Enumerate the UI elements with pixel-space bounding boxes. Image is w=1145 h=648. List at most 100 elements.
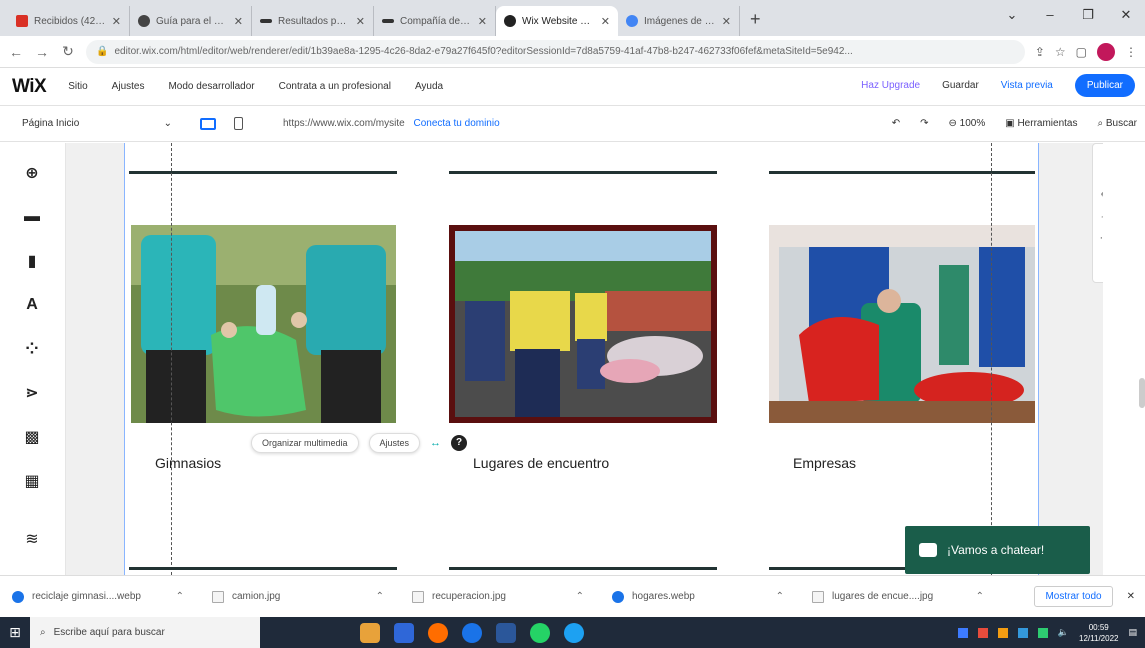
close-icon[interactable]: ✕ [601,15,610,28]
download-item[interactable]: reciclaje gimnasi....webp ⌃ [12,590,212,603]
url-input[interactable]: 🔒 editor.wix.com/html/editor/web/rendere… [86,39,1025,64]
browser-tab[interactable]: Compañía de limpieza ✕ [374,6,496,36]
task-view-icon[interactable] [394,622,414,643]
download-item[interactable]: hogares.webp ⌃ [612,590,812,603]
tray-app-icon[interactable] [957,627,968,638]
word-icon[interactable] [496,622,516,643]
taskbar-search-input[interactable]: ⌕ Escribe aquí para buscar [30,617,260,648]
scrollbar-thumb[interactable] [1139,378,1145,408]
hospital-waste-image[interactable] [769,225,1035,423]
clock-time: 00:59 [1088,622,1109,632]
bookmark-star-icon[interactable]: ☆ [1055,45,1066,59]
close-icon[interactable]: ✕ [478,15,487,28]
save-button[interactable]: Guardar [942,80,979,91]
browser-tab[interactable]: Resultados para plan ✕ [252,6,374,36]
cms-icon[interactable]: ▦ [22,471,42,491]
download-item[interactable]: recuperacion.jpg ⌃ [412,590,612,603]
tray-app-icon[interactable] [1017,627,1028,638]
clock[interactable]: 00:59 12/11/2022 [1079,622,1118,644]
forward-icon[interactable]: → [34,44,50,60]
zoom-control[interactable]: ⊖ 100% [948,118,985,129]
tray-app-icon[interactable] [977,627,988,638]
connect-domain-link[interactable]: Conecta tu dominio [413,118,499,129]
download-name: camion.jpg [232,591,281,602]
tray-app-icon[interactable] [997,627,1008,638]
mobile-icon[interactable] [234,117,243,130]
desktop-icon[interactable] [200,117,216,130]
chevron-up-icon[interactable]: ⌃ [176,591,184,602]
add-section-icon[interactable]: ▬ [22,207,42,227]
close-icon[interactable]: ✕ [1127,591,1135,602]
back-icon[interactable]: ← [8,44,24,60]
edge-icon[interactable] [564,622,584,643]
browser-tab[interactable]: Guía para el desarrollo ✕ [130,6,252,36]
preview-button[interactable]: Vista previa [1001,80,1053,91]
link-icon[interactable]: ↔ [430,437,441,449]
extensions-icon[interactable]: ▢ [1076,45,1087,59]
site-url: https://www.wix.com/mysite [283,118,405,129]
tab-search-icon[interactable]: ⌄ [993,0,1031,30]
wix-logo[interactable]: WiX [12,76,47,98]
chevron-up-icon[interactable]: ⌃ [576,591,584,602]
add-elements-icon[interactable]: ⊕ [22,163,42,183]
close-window-button[interactable]: ✕ [1107,0,1145,30]
tray-app-icon[interactable] [1037,627,1048,638]
page-selector[interactable]: Página Inicio ⌄ [22,118,172,129]
browser-tab[interactable]: Recibidos (420) - alvo ✕ [8,6,130,36]
close-icon[interactable]: ✕ [356,15,365,28]
close-icon[interactable]: ✕ [722,15,731,28]
chat-widget[interactable]: ¡Vamos a chatear! [905,526,1090,574]
menu-item-sitio[interactable]: Sitio [68,81,87,92]
street-cleanup-image[interactable] [449,225,717,423]
downloads-bar: reciclaje gimnasi....webp ⌃ camion.jpg ⌃ r… [0,575,1145,617]
media-icon[interactable]: ▩ [22,427,42,447]
windows-start-icon[interactable]: ⊞ [0,624,30,641]
redo-icon[interactable]: ↷ [920,118,928,129]
publish-button[interactable]: Publicar [1074,74,1135,97]
download-item[interactable]: lugares de encue....jpg ⌃ [812,590,1012,603]
maximize-button[interactable]: ❐ [1069,0,1107,30]
settings-button[interactable]: Ajustes [368,433,421,453]
volume-icon[interactable]: 🔈 [1058,627,1069,638]
minimize-button[interactable]: – [1031,0,1069,30]
theme-icon[interactable]: A [22,295,42,315]
apps-icon[interactable]: ⁘ [22,339,42,359]
pages-icon[interactable]: ▮ [22,251,42,271]
close-icon[interactable]: ✕ [112,15,121,28]
business-icon[interactable]: ⋗ [22,383,42,403]
tools-button[interactable]: ▣ Herramientas [1005,118,1077,129]
reload-icon[interactable]: ↻ [60,43,76,60]
menu-item-ayuda[interactable]: Ayuda [415,81,443,92]
browser-tab-active[interactable]: Wix Website Editor ✕ [496,6,618,36]
upgrade-link[interactable]: Haz Upgrade [861,80,920,91]
search-button[interactable]: ⌕ Buscar [1097,118,1137,129]
tab-title: Imágenes de desecho [644,15,716,27]
browser-tab[interactable]: Imágenes de desecho ✕ [618,6,740,36]
notifications-icon[interactable]: ▤ [1128,627,1137,638]
help-icon[interactable]: ? [451,435,468,451]
image-action-bar: Organizar multimedia Ajustes ↔ ? [251,433,468,453]
undo-icon[interactable]: ↶ [892,118,900,129]
menu-item-modo-desarrollador[interactable]: Modo desarrollador [168,81,254,92]
menu-item-contrata[interactable]: Contrata a un profesional [279,81,391,92]
quick-tools: ↑ ↓ ✎ ✧ ··· [1092,143,1103,283]
menu-dots-icon[interactable]: ⋮ [1125,45,1137,59]
layers-icon[interactable]: ≋ [22,529,42,549]
whatsapp-icon[interactable] [530,622,550,643]
organize-media-button[interactable]: Organizar multimedia [251,433,359,453]
chevron-up-icon[interactable]: ⌃ [976,591,984,602]
landscape-icon[interactable] [360,622,380,643]
profile-avatar[interactable] [1097,42,1115,61]
new-tab-button[interactable]: + [740,9,771,36]
chevron-up-icon[interactable]: ⌃ [376,591,384,602]
firefox-icon[interactable] [428,622,448,643]
share-icon[interactable]: ⇪ [1035,45,1045,59]
tab-title: Wix Website Editor [522,15,595,27]
download-item[interactable]: camion.jpg ⌃ [212,590,412,603]
show-all-button[interactable]: Mostrar todo [1034,586,1113,607]
site-icon [138,15,150,27]
menu-item-ajustes[interactable]: Ajustes [112,81,145,92]
chrome-icon[interactable] [462,622,482,643]
close-icon[interactable]: ✕ [234,15,243,28]
chevron-up-icon[interactable]: ⌃ [776,591,784,602]
